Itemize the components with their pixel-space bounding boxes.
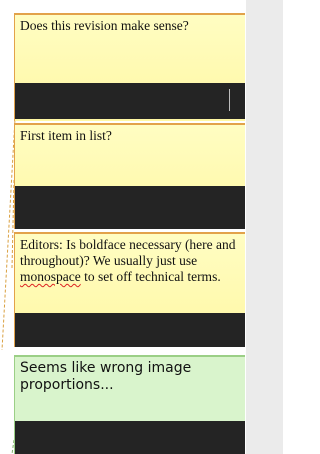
- comments-margin: Does this revision make sense? First ite…: [0, 0, 283, 454]
- misspelled-word: monospace: [20, 269, 81, 284]
- comment-box[interactable]: Seems like wrong image proportions...: [14, 355, 245, 454]
- comment-box[interactable]: First item in list?: [14, 123, 245, 229]
- reply-input[interactable]: [15, 313, 245, 347]
- comment-box[interactable]: Editors: Is boldface necessary (here and…: [14, 232, 245, 347]
- side-panel-background: [246, 0, 283, 454]
- text-caret: [229, 89, 230, 111]
- comment-text: Seems like wrong image proportions...: [20, 360, 192, 393]
- comment-text: Editors: Is boldface necessary (here and…: [20, 237, 236, 284]
- reply-input[interactable]: [15, 83, 245, 119]
- reply-input[interactable]: [15, 421, 245, 454]
- comment-text: Does this revision make sense?: [20, 18, 189, 33]
- reply-input[interactable]: [15, 186, 245, 229]
- comment-text: First item in list?: [20, 128, 112, 143]
- comment-box[interactable]: Does this revision make sense?: [14, 13, 245, 121]
